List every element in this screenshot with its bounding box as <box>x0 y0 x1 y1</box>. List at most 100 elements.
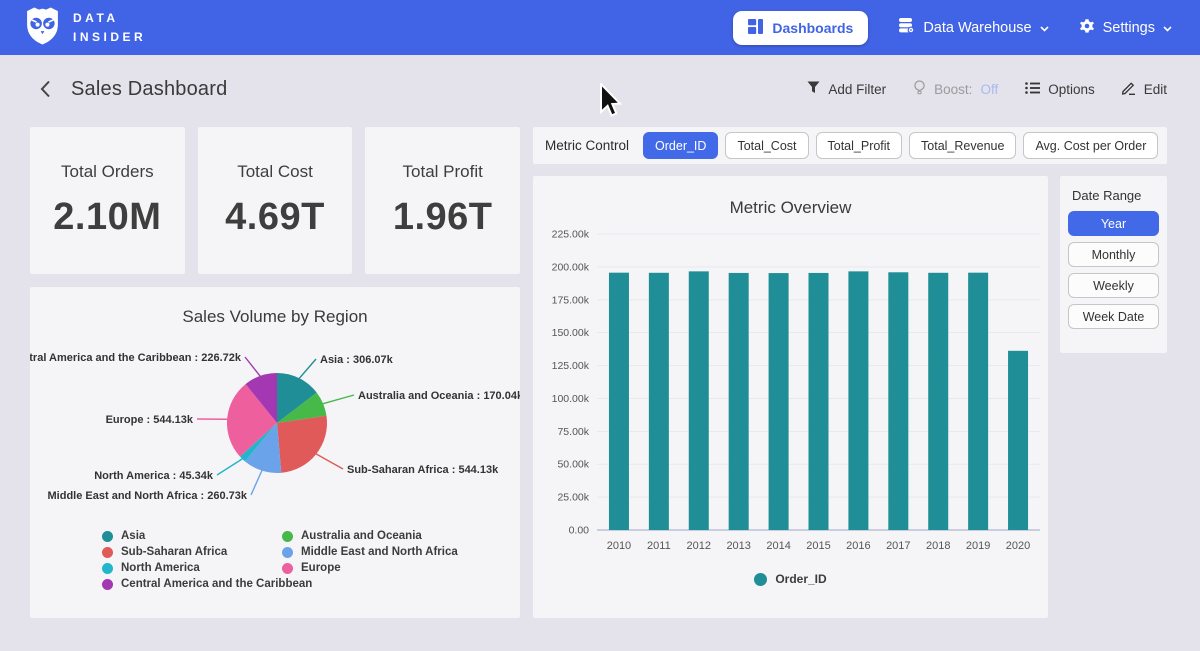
date-range-panel: Date Range Year Monthly Weekly Week Date <box>1060 176 1167 353</box>
edit-button[interactable]: Edit <box>1122 81 1167 98</box>
svg-text:175.00k: 175.00k <box>552 294 590 306</box>
top-navbar: DATA INSIDER Dashboards <box>0 0 1200 55</box>
bar-chart-title: Metric Overview <box>533 176 1048 218</box>
metric-control-bar: Metric Control Order_ID Total_Cost Total_P… <box>533 127 1167 164</box>
add-filter-button[interactable]: Add Filter <box>807 81 886 97</box>
bar-2010 <box>609 273 629 530</box>
date-range-options: Year Monthly Weekly Week Date <box>1068 211 1159 329</box>
metric-option-button[interactable]: Total_Profit <box>816 132 903 159</box>
pie-legend-label: Australia and Oceania <box>301 530 422 542</box>
kpi-card: Total Profit 1.96T <box>365 127 520 274</box>
svg-text:200.00k: 200.00k <box>552 261 590 273</box>
svg-text:75.00k: 75.00k <box>557 426 589 438</box>
metric-overview-card: Metric Overview 0.0025.00k50.00k75.00k10… <box>533 176 1048 618</box>
sales-volume-card: Sales Volume by Region Asia : 306.07k Aus… <box>30 287 520 618</box>
page-title: Sales Dashboard <box>71 78 227 101</box>
pencil-icon <box>1122 81 1136 98</box>
metric-option-button[interactable]: Avg. Cost per Order <box>1023 132 1158 159</box>
pie-slice-label: Central America and the Caribbean : 226.… <box>30 352 242 364</box>
pie-legend-item[interactable]: Asia <box>102 530 282 542</box>
pie-legend-item[interactable]: Central America and the Caribbean <box>102 578 282 590</box>
pie-legend-label: Europe <box>301 562 341 574</box>
bar-2018 <box>928 273 948 530</box>
svg-text:2018: 2018 <box>926 540 950 552</box>
kpi-value: 2.10M <box>53 196 161 239</box>
date-range-button[interactable]: Weekly <box>1068 273 1159 298</box>
bar-2012 <box>689 271 709 530</box>
svg-text:2013: 2013 <box>726 540 750 552</box>
options-button[interactable]: Options <box>1025 82 1095 97</box>
kpi-label: Total Cost <box>237 162 313 182</box>
legend-dot-icon <box>754 573 767 586</box>
legend-dot-icon <box>282 547 293 558</box>
metric-control-label: Metric Control <box>545 138 629 153</box>
nav-settings[interactable]: Settings <box>1079 18 1172 38</box>
svg-text:125.00k: 125.00k <box>552 360 590 372</box>
pie-chart-title: Sales Volume by Region <box>30 287 520 327</box>
pie-legend-item[interactable]: Sub-Saharan Africa <box>102 546 282 558</box>
pie-slice-label: North America : 45.34k <box>94 470 214 482</box>
back-button[interactable] <box>33 77 57 101</box>
legend-dot-icon <box>102 547 113 558</box>
pie-legend-item[interactable]: Europe <box>282 562 458 574</box>
legend-dot-icon <box>102 563 113 574</box>
kpi-row: Total Orders2.10M Total Cost 4.69T Total Pr… <box>30 127 520 274</box>
bar-2011 <box>649 273 669 530</box>
kpi-value: 4.69T <box>225 196 325 239</box>
pie-legend-label: Sub-Saharan Africa <box>121 546 227 558</box>
svg-text:2016: 2016 <box>846 540 870 552</box>
legend-dot-icon <box>102 531 113 542</box>
owl-logo-icon <box>25 6 60 50</box>
bar-2017 <box>888 272 908 530</box>
date-range-button[interactable]: Year <box>1068 211 1159 236</box>
kpi-label: Total Profit <box>403 162 483 182</box>
boost-state: Off <box>980 82 998 97</box>
svg-text:2010: 2010 <box>607 540 631 552</box>
date-range-label: Date Range <box>1072 188 1159 203</box>
pie-slice <box>277 416 327 473</box>
pie-slice-label: Asia : 306.07k <box>320 354 394 366</box>
svg-text:225.00k: 225.00k <box>552 229 590 241</box>
dashboard-grid-icon <box>748 19 763 37</box>
metric-option-button[interactable]: Order_ID <box>643 132 718 159</box>
date-range-button[interactable]: Monthly <box>1068 242 1159 267</box>
metric-option-button[interactable]: Total_Cost <box>725 132 808 159</box>
boost-toggle[interactable]: Boost: Off <box>913 80 998 98</box>
pie-chart[interactable]: Asia : 306.07k Australia and Oceania : 17… <box>30 327 520 517</box>
legend-dot-icon <box>102 579 113 590</box>
svg-text:2019: 2019 <box>966 540 990 552</box>
brand-logo[interactable]: DATA INSIDER <box>25 6 146 50</box>
bar-2013 <box>729 273 749 530</box>
svg-text:0.00: 0.00 <box>569 525 590 537</box>
legend-label[interactable]: Order_ID <box>775 572 826 586</box>
nav-data-warehouse[interactable]: Data Warehouse <box>898 17 1048 38</box>
chevron-down-icon <box>1040 20 1049 36</box>
bar-chart[interactable]: 0.0025.00k50.00k75.00k100.00k125.00k150.… <box>533 218 1048 563</box>
pie-legend-item[interactable]: Australia and Oceania <box>282 530 458 542</box>
svg-text:150.00k: 150.00k <box>552 327 590 339</box>
pie-slice-label: Australia and Oceania : 170.04k <box>358 390 520 402</box>
chevron-down-icon <box>1163 20 1172 36</box>
bar-2014 <box>769 273 789 530</box>
kpi-value: 1.96T <box>393 196 493 239</box>
pie-legend-item[interactable]: North America <box>102 562 282 574</box>
nav-dashboards-button[interactable]: Dashboards <box>733 11 868 45</box>
bar-2019 <box>968 273 988 530</box>
svg-text:2012: 2012 <box>687 540 711 552</box>
svg-text:2015: 2015 <box>806 540 830 552</box>
brand-name: DATA INSIDER <box>73 9 146 46</box>
svg-text:2020: 2020 <box>1006 540 1030 552</box>
pie-slice-label: Europe : 544.13k <box>106 414 194 426</box>
metric-option-button[interactable]: Total_Revenue <box>909 132 1016 159</box>
kpi-card: Total Orders2.10M <box>30 127 185 274</box>
balloon-icon <box>913 80 926 98</box>
svg-text:100.00k: 100.00k <box>552 393 590 405</box>
pie-legend-label: Asia <box>121 530 145 542</box>
kpi-card: Total Cost 4.69T <box>198 127 353 274</box>
bar-2020 <box>1008 351 1028 530</box>
database-icon <box>898 17 915 38</box>
bar-2015 <box>809 273 829 530</box>
date-range-button[interactable]: Week Date <box>1068 304 1159 329</box>
svg-text:2011: 2011 <box>647 540 671 552</box>
pie-legend-item[interactable]: Middle East and North Africa <box>282 546 458 558</box>
